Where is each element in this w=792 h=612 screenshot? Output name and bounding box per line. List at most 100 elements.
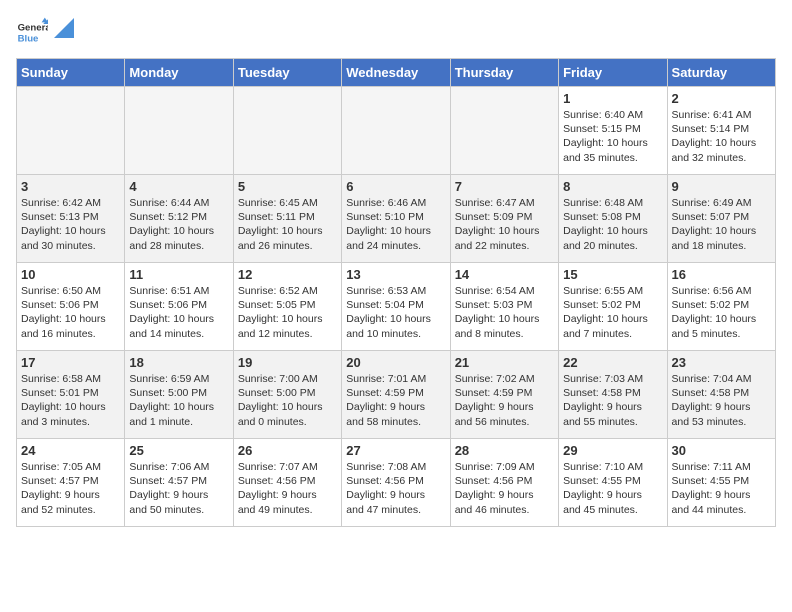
week-row-1: 1 Sunrise: 6:40 AM Sunset: 5:15 PM Daylig… bbox=[17, 87, 776, 175]
day-cell: 16 Sunrise: 6:56 AM Sunset: 5:02 PM Dayli… bbox=[667, 263, 775, 351]
day-cell: 27 Sunrise: 7:08 AM Sunset: 4:56 PM Dayli… bbox=[342, 439, 450, 527]
day-number: 9 bbox=[672, 179, 771, 194]
day-cell: 8Sunrise: 6:48 AM Sunset: 5:08 PM Daylig… bbox=[559, 175, 667, 263]
day-info: Sunrise: 6:40 AM Sunset: 5:15 PM Dayligh… bbox=[563, 108, 662, 165]
day-number: 11 bbox=[129, 267, 228, 282]
day-info: Sunrise: 7:00 AM Sunset: 5:00 PM Dayligh… bbox=[238, 372, 337, 429]
day-number: 29 bbox=[563, 443, 662, 458]
day-number: 2 bbox=[672, 91, 771, 106]
week-row-4: 17 Sunrise: 6:58 AM Sunset: 5:01 PM Dayli… bbox=[17, 351, 776, 439]
day-info: Sunrise: 6:47 AM Sunset: 5:09 PM Dayligh… bbox=[455, 196, 554, 253]
header-sunday: Sunday bbox=[17, 59, 125, 87]
logo: General Blue bbox=[16, 16, 74, 48]
day-info: Sunrise: 7:02 AM Sunset: 4:59 PM Dayligh… bbox=[455, 372, 554, 429]
day-info: Sunrise: 6:41 AM Sunset: 5:14 PM Dayligh… bbox=[672, 108, 771, 165]
day-info: Sunrise: 6:52 AM Sunset: 5:05 PM Dayligh… bbox=[238, 284, 337, 341]
day-info: Sunrise: 7:03 AM Sunset: 4:58 PM Dayligh… bbox=[563, 372, 662, 429]
day-number: 10 bbox=[21, 267, 120, 282]
day-cell: 23Sunrise: 7:04 AM Sunset: 4:58 PM Dayli… bbox=[667, 351, 775, 439]
logo-icon: General Blue bbox=[16, 16, 48, 48]
day-number: 27 bbox=[346, 443, 445, 458]
week-row-5: 24 Sunrise: 7:05 AM Sunset: 4:57 PM Dayli… bbox=[17, 439, 776, 527]
day-info: Sunrise: 6:46 AM Sunset: 5:10 PM Dayligh… bbox=[346, 196, 445, 253]
day-cell: 17 Sunrise: 6:58 AM Sunset: 5:01 PM Dayli… bbox=[17, 351, 125, 439]
day-info: Sunrise: 6:45 AM Sunset: 5:11 PM Dayligh… bbox=[238, 196, 337, 253]
day-number: 6 bbox=[346, 179, 445, 194]
day-cell: 20 Sunrise: 7:01 AM Sunset: 4:59 PM Dayli… bbox=[342, 351, 450, 439]
day-cell: 29 Sunrise: 7:10 AM Sunset: 4:55 PM Dayli… bbox=[559, 439, 667, 527]
header-saturday: Saturday bbox=[667, 59, 775, 87]
day-cell: 18 Sunrise: 6:59 AM Sunset: 5:00 PM Dayli… bbox=[125, 351, 233, 439]
day-cell: 6 Sunrise: 6:46 AM Sunset: 5:10 PM Daylig… bbox=[342, 175, 450, 263]
svg-text:General: General bbox=[18, 22, 48, 33]
day-info: Sunrise: 7:09 AM Sunset: 4:56 PM Dayligh… bbox=[455, 460, 554, 517]
day-number: 7 bbox=[455, 179, 554, 194]
day-number: 12 bbox=[238, 267, 337, 282]
day-cell bbox=[233, 87, 341, 175]
header-friday: Friday bbox=[559, 59, 667, 87]
week-row-2: 3 Sunrise: 6:42 AM Sunset: 5:13 PM Daylig… bbox=[17, 175, 776, 263]
day-cell bbox=[450, 87, 558, 175]
day-info: Sunrise: 7:10 AM Sunset: 4:55 PM Dayligh… bbox=[563, 460, 662, 517]
header-tuesday: Tuesday bbox=[233, 59, 341, 87]
day-cell: 25 Sunrise: 7:06 AM Sunset: 4:57 PM Dayli… bbox=[125, 439, 233, 527]
day-cell: 2 Sunrise: 6:41 AM Sunset: 5:14 PM Daylig… bbox=[667, 87, 775, 175]
day-info: Sunrise: 6:50 AM Sunset: 5:06 PM Dayligh… bbox=[21, 284, 120, 341]
day-number: 17 bbox=[21, 355, 120, 370]
day-cell: 12 Sunrise: 6:52 AM Sunset: 5:05 PM Dayli… bbox=[233, 263, 341, 351]
day-number: 16 bbox=[672, 267, 771, 282]
day-cell: 13 Sunrise: 6:53 AM Sunset: 5:04 PM Dayli… bbox=[342, 263, 450, 351]
day-cell: 1 Sunrise: 6:40 AM Sunset: 5:15 PM Daylig… bbox=[559, 87, 667, 175]
day-info: Sunrise: 7:08 AM Sunset: 4:56 PM Dayligh… bbox=[346, 460, 445, 517]
page-header: General Blue bbox=[16, 16, 776, 48]
day-cell: 15Sunrise: 6:55 AM Sunset: 5:02 PM Dayli… bbox=[559, 263, 667, 351]
day-info: Sunrise: 6:51 AM Sunset: 5:06 PM Dayligh… bbox=[129, 284, 228, 341]
day-number: 22 bbox=[563, 355, 662, 370]
day-number: 1 bbox=[563, 91, 662, 106]
day-cell: 19 Sunrise: 7:00 AM Sunset: 5:00 PM Dayli… bbox=[233, 351, 341, 439]
day-number: 26 bbox=[238, 443, 337, 458]
day-number: 14 bbox=[455, 267, 554, 282]
day-number: 5 bbox=[238, 179, 337, 194]
day-number: 24 bbox=[21, 443, 120, 458]
day-number: 21 bbox=[455, 355, 554, 370]
day-cell: 24 Sunrise: 7:05 AM Sunset: 4:57 PM Dayli… bbox=[17, 439, 125, 527]
day-cell: 3 Sunrise: 6:42 AM Sunset: 5:13 PM Daylig… bbox=[17, 175, 125, 263]
day-info: Sunrise: 6:59 AM Sunset: 5:00 PM Dayligh… bbox=[129, 372, 228, 429]
day-info: Sunrise: 6:54 AM Sunset: 5:03 PM Dayligh… bbox=[455, 284, 554, 341]
day-info: Sunrise: 7:01 AM Sunset: 4:59 PM Dayligh… bbox=[346, 372, 445, 429]
day-info: Sunrise: 6:58 AM Sunset: 5:01 PM Dayligh… bbox=[21, 372, 120, 429]
day-cell bbox=[17, 87, 125, 175]
svg-text:Blue: Blue bbox=[18, 34, 39, 45]
header-monday: Monday bbox=[125, 59, 233, 87]
day-cell: 14 Sunrise: 6:54 AM Sunset: 5:03 PM Dayli… bbox=[450, 263, 558, 351]
header-wednesday: Wednesday bbox=[342, 59, 450, 87]
day-info: Sunrise: 6:49 AM Sunset: 5:07 PM Dayligh… bbox=[672, 196, 771, 253]
day-number: 18 bbox=[129, 355, 228, 370]
week-row-3: 10 Sunrise: 6:50 AM Sunset: 5:06 PM Dayli… bbox=[17, 263, 776, 351]
day-info: Sunrise: 7:05 AM Sunset: 4:57 PM Dayligh… bbox=[21, 460, 120, 517]
day-cell: 28Sunrise: 7:09 AM Sunset: 4:56 PM Dayli… bbox=[450, 439, 558, 527]
day-cell: 10 Sunrise: 6:50 AM Sunset: 5:06 PM Dayli… bbox=[17, 263, 125, 351]
day-info: Sunrise: 6:53 AM Sunset: 5:04 PM Dayligh… bbox=[346, 284, 445, 341]
day-number: 19 bbox=[238, 355, 337, 370]
header-thursday: Thursday bbox=[450, 59, 558, 87]
day-cell: 5 Sunrise: 6:45 AM Sunset: 5:11 PM Daylig… bbox=[233, 175, 341, 263]
calendar-table: SundayMondayTuesdayWednesdayThursdayFrid… bbox=[16, 58, 776, 527]
day-number: 13 bbox=[346, 267, 445, 282]
logo-triangle-icon bbox=[54, 18, 74, 38]
day-number: 25 bbox=[129, 443, 228, 458]
day-number: 20 bbox=[346, 355, 445, 370]
day-cell: 9 Sunrise: 6:49 AM Sunset: 5:07 PM Daylig… bbox=[667, 175, 775, 263]
day-info: Sunrise: 6:56 AM Sunset: 5:02 PM Dayligh… bbox=[672, 284, 771, 341]
day-number: 3 bbox=[21, 179, 120, 194]
day-info: Sunrise: 6:44 AM Sunset: 5:12 PM Dayligh… bbox=[129, 196, 228, 253]
day-cell bbox=[342, 87, 450, 175]
day-info: Sunrise: 7:07 AM Sunset: 4:56 PM Dayligh… bbox=[238, 460, 337, 517]
day-info: Sunrise: 6:42 AM Sunset: 5:13 PM Dayligh… bbox=[21, 196, 120, 253]
day-info: Sunrise: 7:06 AM Sunset: 4:57 PM Dayligh… bbox=[129, 460, 228, 517]
calendar-header-row: SundayMondayTuesdayWednesdayThursdayFrid… bbox=[17, 59, 776, 87]
day-info: Sunrise: 7:11 AM Sunset: 4:55 PM Dayligh… bbox=[672, 460, 771, 517]
day-cell: 22 Sunrise: 7:03 AM Sunset: 4:58 PM Dayli… bbox=[559, 351, 667, 439]
day-cell: 11 Sunrise: 6:51 AM Sunset: 5:06 PM Dayli… bbox=[125, 263, 233, 351]
